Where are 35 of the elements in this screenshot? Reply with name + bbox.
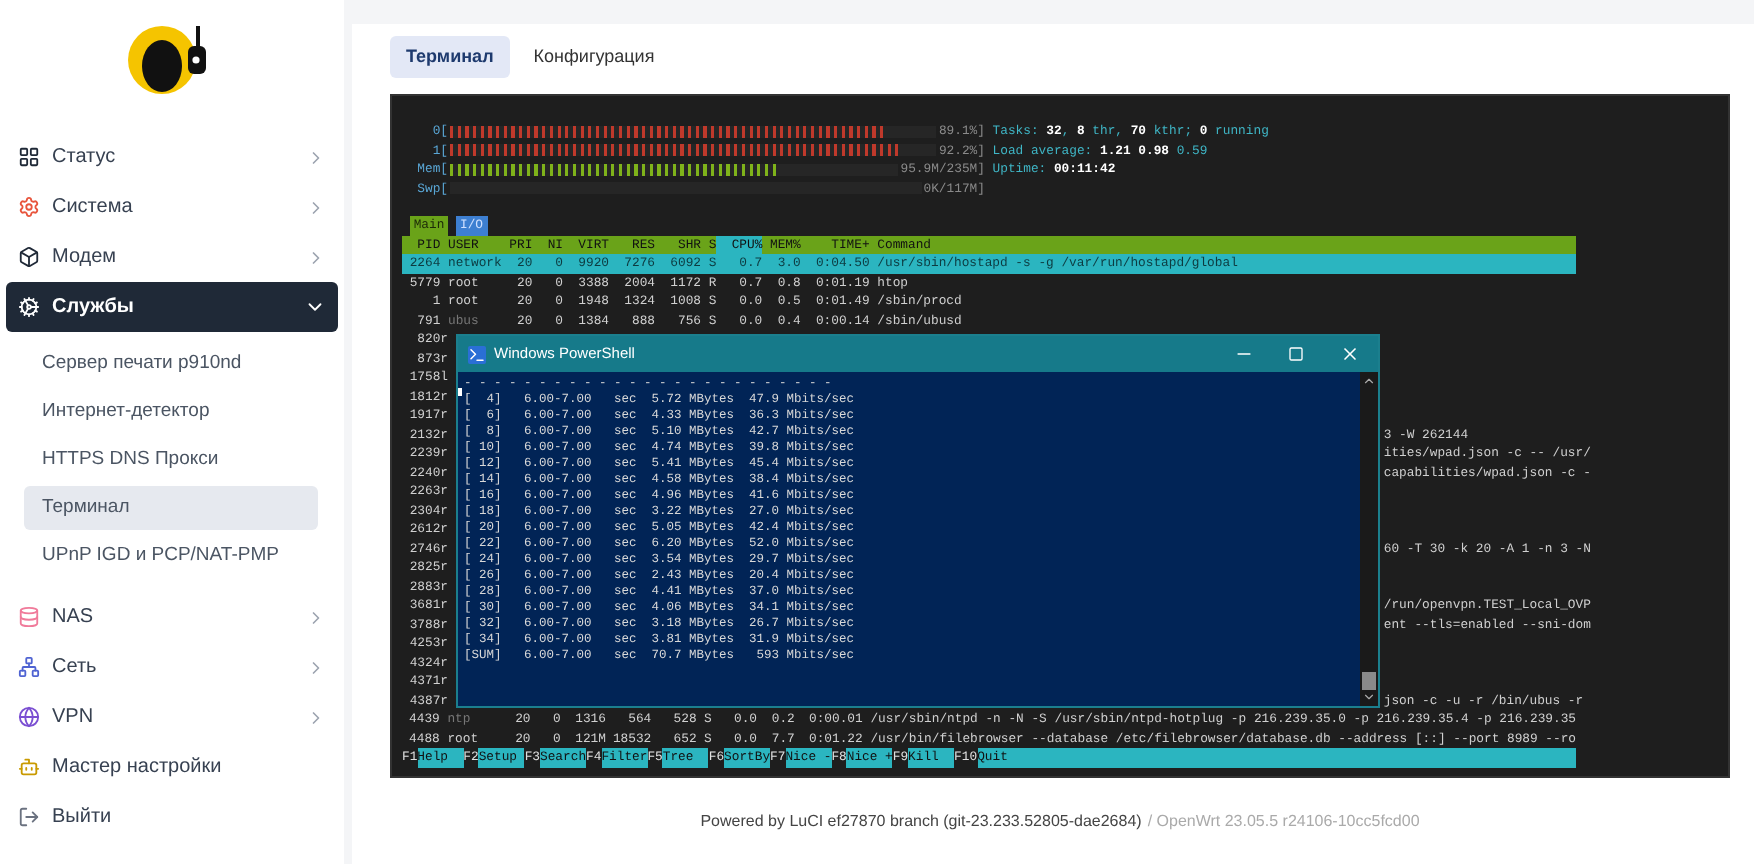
sidebar-item[interactable]: Модем — [6, 232, 338, 282]
grid-icon — [18, 146, 40, 168]
submenu-item[interactable]: HTTPS DNS Прокси — [24, 438, 318, 482]
cube-icon — [18, 246, 40, 268]
database-icon — [18, 606, 40, 628]
scroll-thumb[interactable] — [1362, 672, 1376, 690]
sidebar-item[interactable]: NAS — [6, 592, 338, 642]
scrollbar[interactable] — [1360, 372, 1378, 706]
sidebar-item[interactable]: Система — [6, 182, 338, 232]
scroll-up-icon[interactable] — [1362, 374, 1376, 388]
openwrt-version: / OpenWrt 23.05.5 r24106-10cc5fcd00 — [1147, 809, 1420, 833]
maximize-icon[interactable] — [1288, 346, 1304, 362]
submenu-item[interactable]: Терминал — [24, 486, 318, 530]
logout-icon — [18, 806, 40, 828]
luci-version: Powered by LuCI ef27870 branch (git-23.233.52805-dae2684) — [700, 809, 1142, 833]
text-cursor — [458, 388, 462, 396]
network-icon — [18, 656, 40, 678]
sidebar-item[interactable]: VPN — [6, 692, 338, 742]
submenu-item[interactable]: Сервер печати p910nd — [24, 342, 318, 386]
sidebar-item[interactable]: Статус — [6, 132, 338, 182]
sidebar-item[interactable]: Сеть — [6, 642, 338, 692]
terminal-icon — [468, 345, 486, 363]
submenu-item[interactable]: UPnP IGD и PCP/NAT-PMP — [24, 534, 318, 578]
globe-icon — [18, 706, 40, 728]
sidebar-item[interactable]: Мастер настройки — [6, 742, 338, 792]
sidebar-item[interactable]: Выйти — [6, 792, 338, 842]
robot-icon — [18, 756, 40, 778]
close-icon[interactable] — [1340, 344, 1360, 364]
tab[interactable]: Терминал — [390, 36, 510, 78]
submenu-item[interactable]: Интернет-детектор — [24, 390, 318, 434]
gears-icon — [18, 296, 40, 318]
settings-icon — [18, 196, 40, 218]
scroll-down-icon[interactable] — [1362, 690, 1376, 704]
sidebar-item[interactable]: Службы — [6, 282, 338, 332]
tab[interactable]: Конфигурация — [517, 36, 671, 78]
